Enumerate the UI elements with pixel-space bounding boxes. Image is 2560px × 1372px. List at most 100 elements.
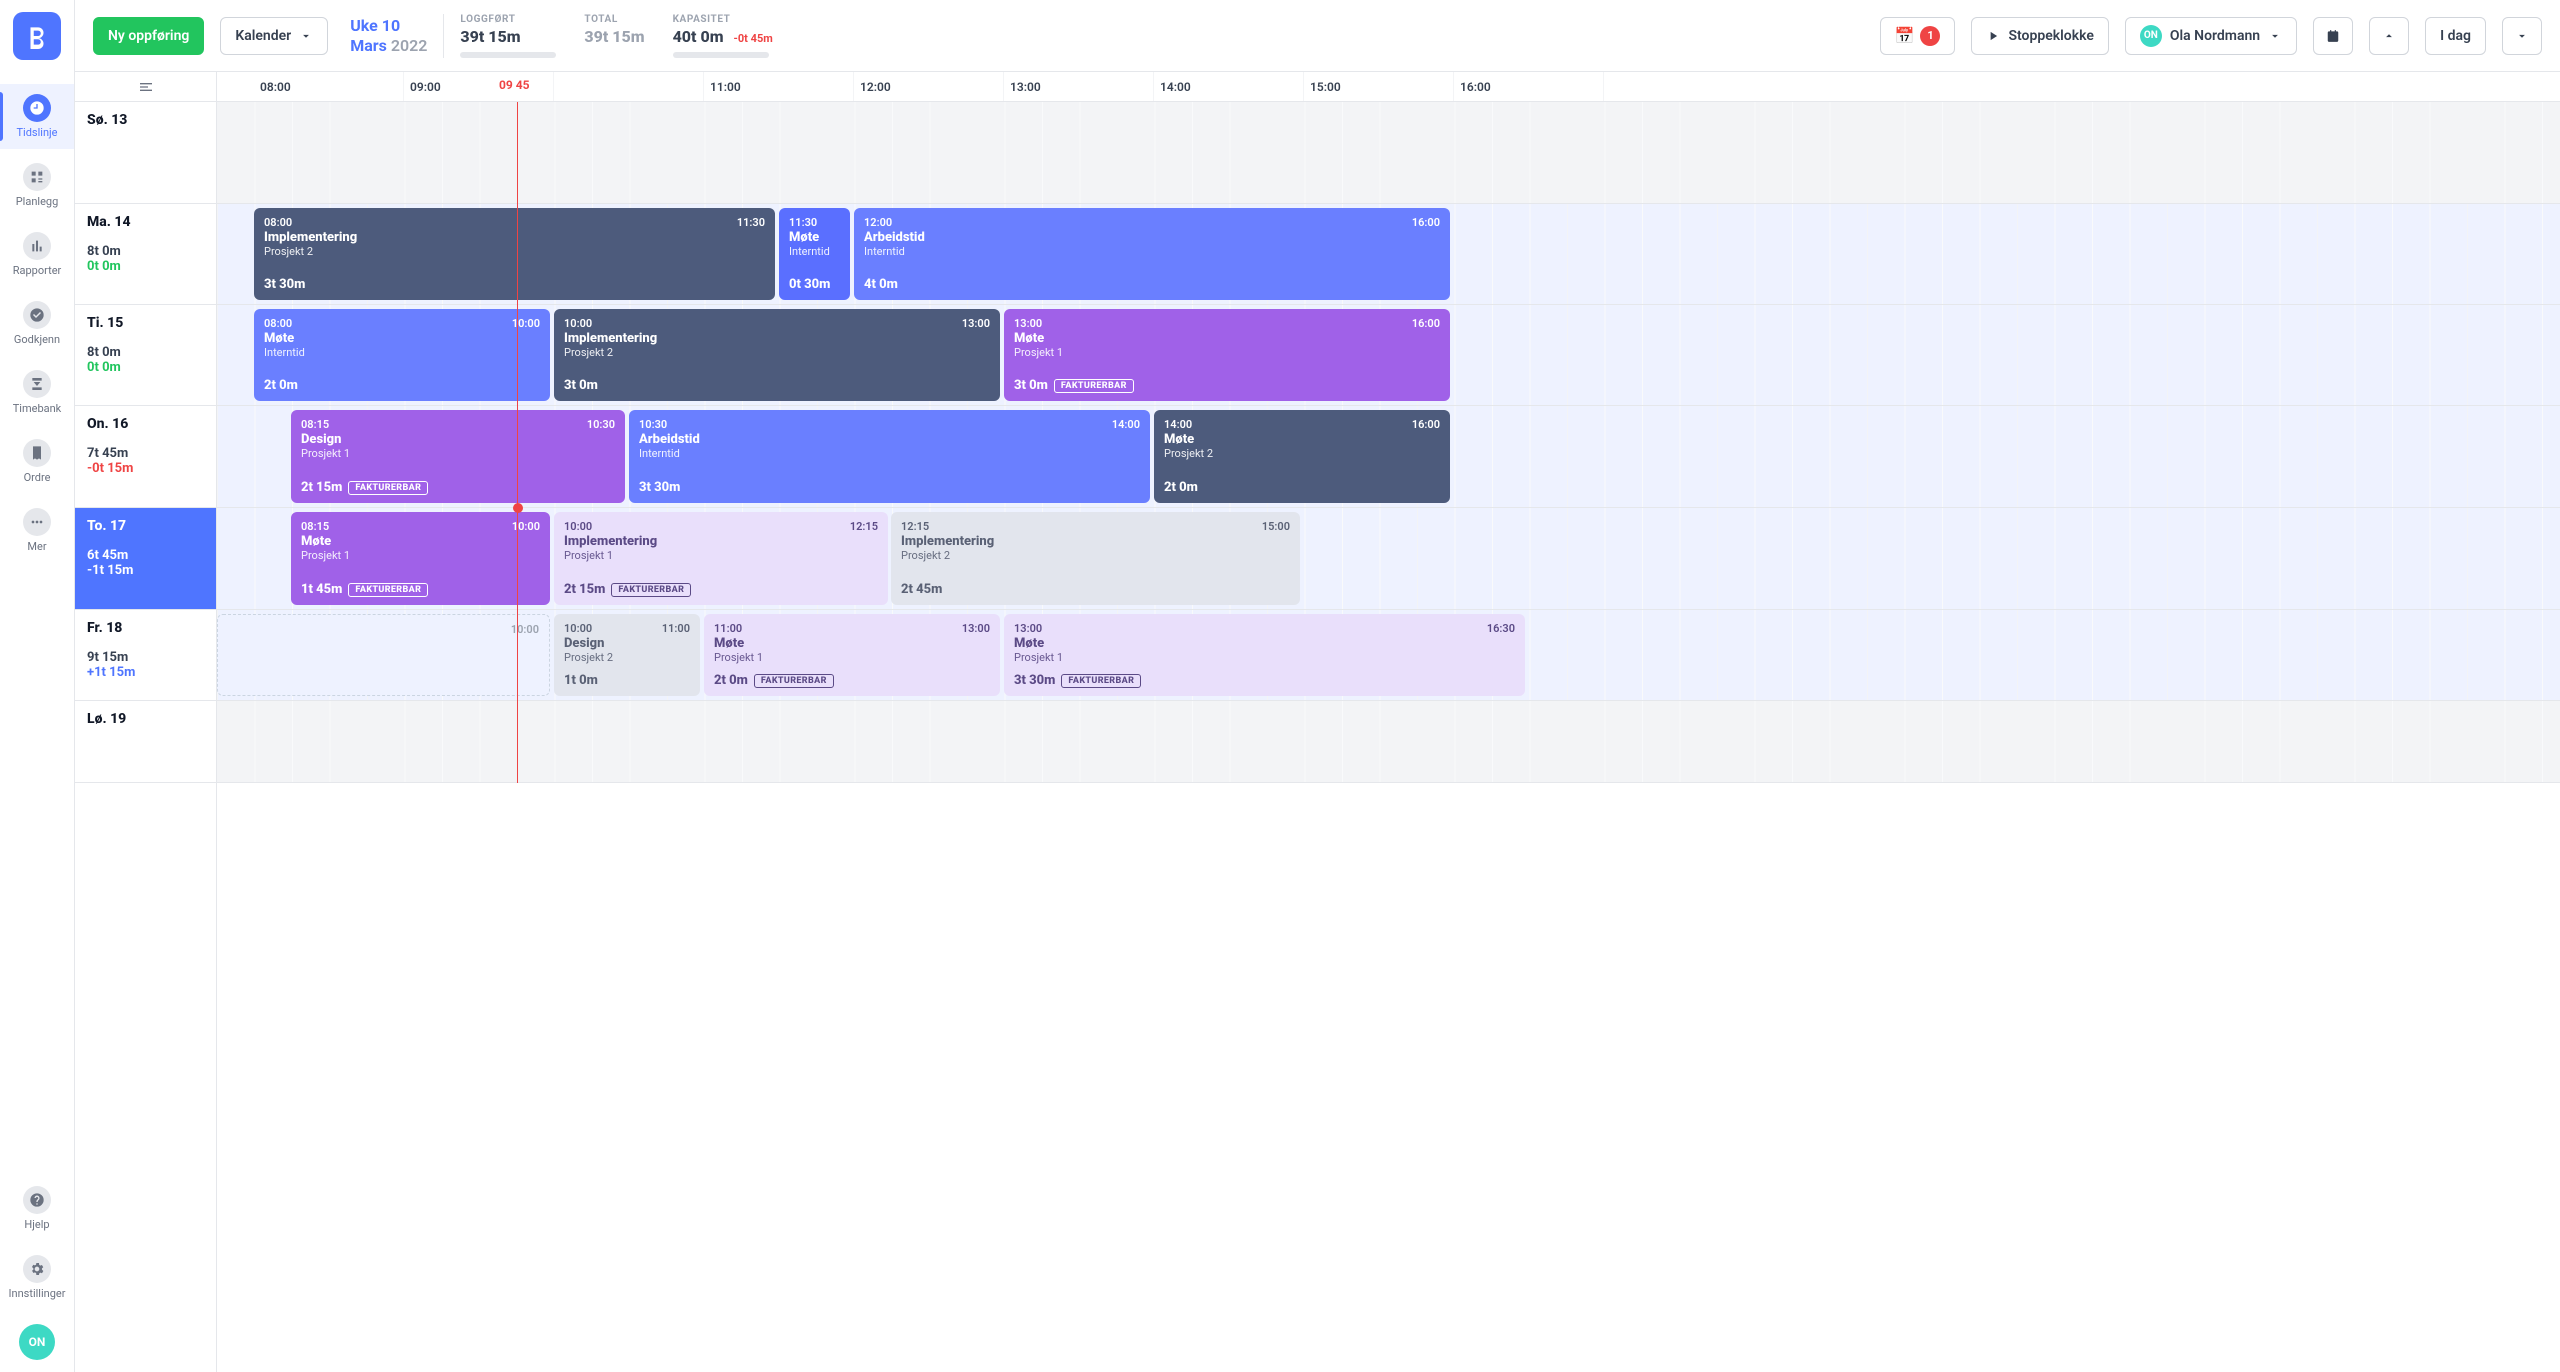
calendar-sync-button[interactable]: 📅 1 — [1880, 17, 1956, 55]
hour-label: 16:00 — [1454, 72, 1604, 101]
timeline-row[interactable]: 11:3008:00ImplementeringProsjekt 23t 30m… — [217, 204, 2560, 305]
view-selector[interactable]: Kalender — [220, 17, 328, 55]
today-button[interactable]: I dag — [2425, 17, 2486, 55]
billable-tag: FAKTURERBAR — [611, 583, 691, 597]
day-header[interactable]: Lø. 19 — [75, 701, 216, 783]
event-duration: 3t 0m — [564, 378, 598, 393]
event-duration: 2t 15m FAKTURERBAR — [564, 582, 691, 597]
event-start: 12:15 — [901, 520, 1290, 533]
calendar-icon — [2326, 29, 2340, 43]
timeline-grid[interactable]: 08:0009:0011:0012:0013:0014:0015:0016:00… — [217, 72, 2560, 1372]
timeline-event[interactable]: 12:1510:00ImplementeringProsjekt 12t 15m… — [554, 512, 888, 605]
timeline-event[interactable]: 16:0012:00ArbeidstidInterntid4t 0m — [854, 208, 1450, 300]
timeline-event[interactable]: 11:3008:00ImplementeringProsjekt 23t 30m — [254, 208, 775, 300]
date-picker-button[interactable] — [2313, 17, 2353, 55]
nav-timebank[interactable]: Timebank — [0, 360, 74, 425]
total-value: 39t 15m — [584, 27, 644, 46]
clock-icon — [23, 94, 51, 122]
event-subtitle: Prosjekt 2 — [564, 651, 690, 664]
user-selector[interactable]: ON Ola Nordmann — [2125, 17, 2297, 55]
timeline-event[interactable]: 10:00 — [217, 614, 550, 696]
nav-label: Timebank — [13, 402, 62, 415]
day-header[interactable]: On. 167t 45m-0t 15m — [75, 406, 216, 508]
event-title: Møte — [301, 534, 540, 549]
event-start: 08:15 — [301, 418, 615, 431]
nav-timeline[interactable]: Tidslinje — [0, 84, 74, 149]
timeline-row[interactable]: 10:3008:15DesignProsjekt 12t 15m FAKTURE… — [217, 406, 2560, 508]
day-header[interactable]: Ma. 148t 0m0t 0m — [75, 204, 216, 305]
time-header: 08:0009:0011:0012:0013:0014:0015:0016:00… — [217, 72, 2560, 102]
logged-value: 39t 15m — [460, 27, 556, 46]
capacity-delta: -0t 45m — [734, 32, 773, 45]
capacity-progress — [673, 52, 769, 58]
event-title: Implementering — [564, 331, 990, 346]
timeline-row[interactable]: 10:0008:15MøteProsjekt 11t 45m FAKTURERB… — [217, 508, 2560, 610]
event-end: 16:30 — [1487, 622, 1515, 635]
timeline-event[interactable]: 11:0010:00DesignProsjekt 21t 0m — [554, 614, 700, 696]
event-duration: 3t 0m FAKTURERBAR — [1014, 378, 1134, 393]
event-title: Møte — [1014, 636, 1515, 651]
nav-label: Mer — [27, 540, 46, 553]
timeline-event[interactable]: 16:0014:00MøteProsjekt 22t 0m — [1154, 410, 1450, 503]
prev-button[interactable] — [2369, 17, 2409, 55]
hour-label: 13:00 — [1004, 72, 1154, 101]
hour-label: 15:00 — [1304, 72, 1454, 101]
event-start: 13:00 — [1014, 317, 1440, 330]
nav-settings[interactable]: Innstillinger — [0, 1245, 74, 1310]
event-end: 16:00 — [1412, 216, 1440, 229]
user-avatar[interactable]: ON — [19, 1324, 55, 1360]
nav-label: Tidslinje — [16, 126, 57, 139]
event-end: 16:00 — [1412, 418, 1440, 431]
event-subtitle: Prosjekt 1 — [714, 651, 990, 664]
timeline-event[interactable]: 13:0010:00ImplementeringProsjekt 23t 0m — [554, 309, 1000, 401]
chevron-up-icon — [2382, 29, 2396, 43]
nav-approve[interactable]: Godkjenn — [0, 291, 74, 356]
day-header[interactable]: Ti. 158t 0m0t 0m — [75, 305, 216, 406]
timeline-event[interactable]: 10:0008:15MøteProsjekt 11t 45m FAKTURERB… — [291, 512, 550, 605]
timeline-event[interactable]: 10:3008:15DesignProsjekt 12t 15m FAKTURE… — [291, 410, 625, 503]
nav-reports[interactable]: Rapporter — [0, 222, 74, 287]
chart-icon — [23, 232, 51, 260]
hour-label: 12:00 — [854, 72, 1004, 101]
receipt-icon — [23, 439, 51, 467]
event-title: Møte — [1164, 432, 1440, 447]
nav-orders[interactable]: Ordre — [0, 429, 74, 494]
nav-label: Ordre — [24, 471, 51, 484]
next-button[interactable] — [2502, 17, 2542, 55]
timeline-row[interactable] — [217, 701, 2560, 783]
day-header[interactable]: Sø. 13 — [75, 102, 216, 204]
app-logo[interactable] — [13, 12, 61, 60]
timeline-event[interactable]: 10:0008:00MøteInterntid2t 0m — [254, 309, 550, 401]
plan-icon — [23, 163, 51, 191]
new-entry-button[interactable]: Ny oppføring — [93, 17, 204, 55]
timeline-event[interactable]: 11:30MøteInterntid0t 30m — [779, 208, 850, 300]
day-header[interactable]: To. 176t 45m-1t 15m — [75, 508, 216, 610]
event-end: 13:00 — [962, 622, 990, 635]
nav-help[interactable]: Hjelp — [0, 1176, 74, 1241]
timebank-icon — [23, 370, 51, 398]
row-header-corner[interactable] — [75, 72, 216, 102]
logged-progress — [460, 52, 556, 58]
event-end: 11:30 — [737, 216, 765, 229]
event-subtitle: Prosjekt 2 — [901, 549, 1290, 562]
day-header[interactable]: Fr. 189t 15m+1t 15m — [75, 610, 216, 701]
timeline-event[interactable]: 13:0011:00MøteProsjekt 12t 0m FAKTURERBA… — [704, 614, 1000, 696]
timeline-row[interactable]: 10:0011:0010:00DesignProsjekt 21t 0m 13:… — [217, 610, 2560, 701]
billable-tag: FAKTURERBAR — [1054, 379, 1134, 393]
timeline-event[interactable]: 16:3013:00MøteProsjekt 13t 30m FAKTURERB… — [1004, 614, 1525, 696]
nav-label: Innstillinger — [9, 1287, 66, 1300]
event-start: 08:00 — [264, 317, 540, 330]
timeline-row[interactable] — [217, 102, 2560, 204]
timeline-event[interactable]: 14:0010:30ArbeidstidInterntid3t 30m — [629, 410, 1150, 503]
event-start: 11:30 — [789, 216, 840, 229]
caret-down-icon — [2268, 29, 2282, 43]
timeline-event[interactable]: 15:0012:15ImplementeringProsjekt 22t 45m — [891, 512, 1300, 605]
now-indicator — [517, 102, 518, 783]
timeline-event[interactable]: 16:0013:00MøteProsjekt 13t 0m FAKTURERBA… — [1004, 309, 1450, 401]
nav-plan[interactable]: Planlegg — [0, 153, 74, 218]
user-initials: ON — [2140, 25, 2162, 47]
event-subtitle: Prosjekt 2 — [264, 245, 765, 258]
timeline-row[interactable]: 10:0008:00MøteInterntid2t 0m 13:0010:00I… — [217, 305, 2560, 406]
nav-more[interactable]: Mer — [0, 498, 74, 563]
stopwatch-button[interactable]: Stoppeklokke — [1971, 17, 2108, 55]
